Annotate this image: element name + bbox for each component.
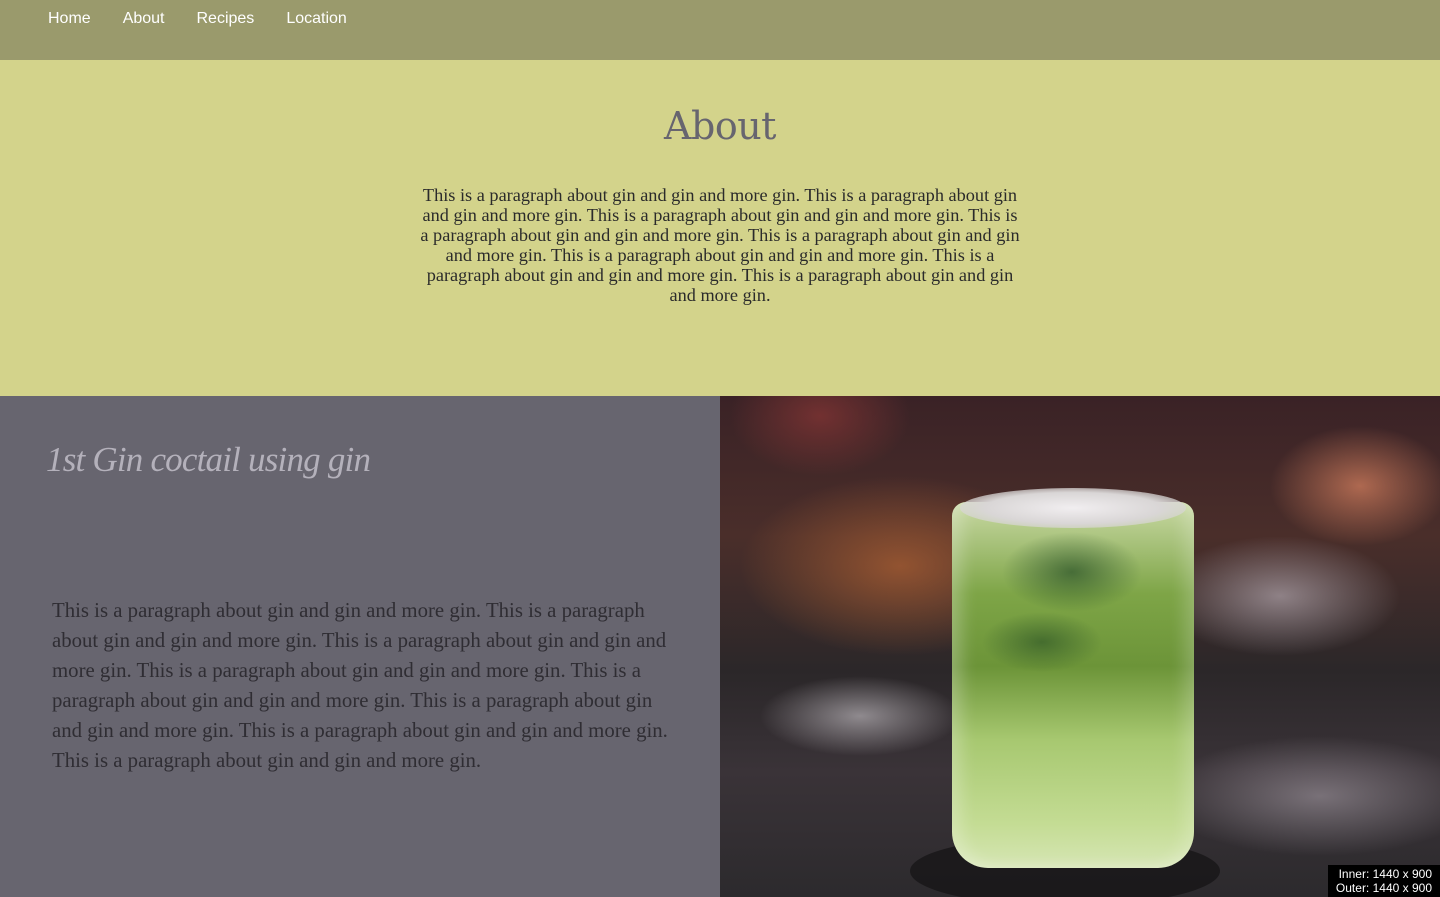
- cocktail-glass: [952, 502, 1194, 868]
- nav-link-recipes[interactable]: Recipes: [197, 10, 255, 28]
- nav-link-location[interactable]: Location: [286, 10, 347, 28]
- recipe-paragraph: This is a paragraph about gin and gin an…: [52, 599, 668, 772]
- crushed-ice: [960, 488, 1186, 528]
- recipe-section: 1st Gin coctail using gin This is a para…: [0, 396, 720, 897]
- viewport-size-badge: Inner: 1440 x 900 Outer: 1440 x 900: [1328, 865, 1440, 897]
- inner-size-text: Inner: 1440 x 900: [1338, 867, 1432, 881]
- recipe-title: 1st Gin coctail using gin: [46, 440, 371, 479]
- nav-link-about[interactable]: About: [123, 10, 165, 28]
- nav-link-home[interactable]: Home: [48, 10, 91, 28]
- cocktail-photo: [720, 396, 1440, 897]
- top-nav: Home About Recipes Location: [0, 0, 1440, 60]
- about-section: About This is a paragraph about gin and …: [0, 60, 1440, 396]
- about-title: About: [664, 104, 776, 148]
- outer-size-text: Outer: 1440 x 900: [1335, 881, 1432, 895]
- about-paragraph: This is a paragraph about gin and gin an…: [420, 185, 1020, 305]
